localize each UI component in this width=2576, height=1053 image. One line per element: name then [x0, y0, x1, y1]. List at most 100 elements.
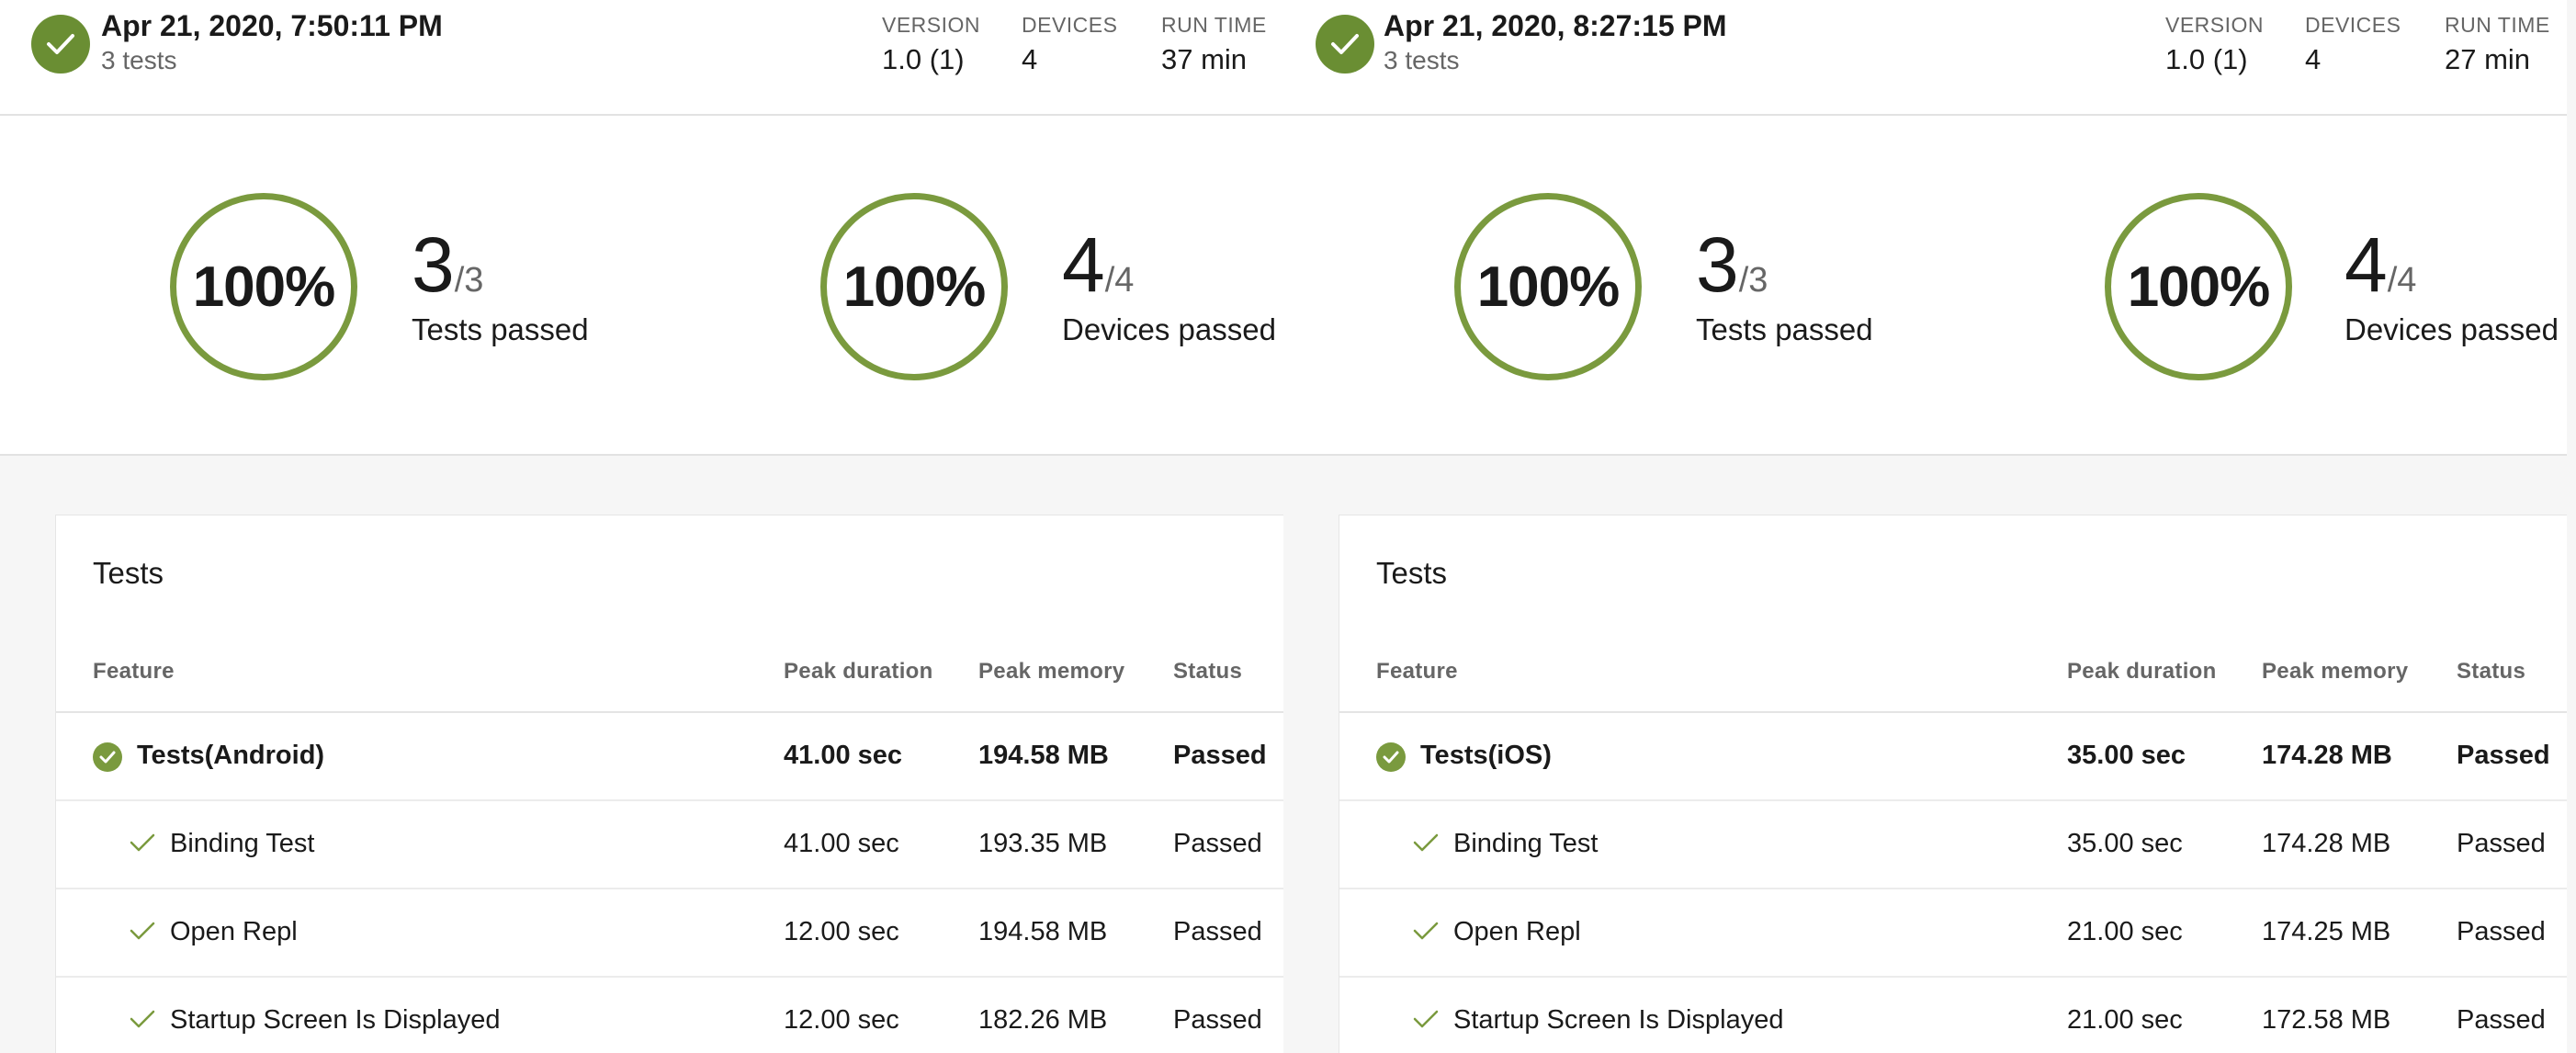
feature-name: Open Repl [170, 917, 298, 946]
column-header-status[interactable]: Status [1173, 659, 1242, 685]
card-title: Tests [93, 556, 164, 590]
feature-name: Binding Test [1453, 829, 1599, 858]
devices-passed-count: 4/4 Devices passed [1062, 226, 1276, 347]
count-label: Tests passed [1696, 312, 1873, 346]
peak-memory: 174.28 MB [2262, 741, 2392, 770]
status: Passed [2457, 829, 2546, 858]
table-row[interactable]: Binding Test 35.00 sec 174.28 MB Passed [1339, 801, 2567, 889]
table-row[interactable]: Startup Screen Is Displayed 12.00 sec 18… [56, 978, 1283, 1053]
peak-memory: 174.25 MB [2262, 917, 2391, 946]
tests-pass-ring: 100% [1454, 193, 1642, 380]
check-circle-icon [93, 742, 122, 772]
meta-version: VERSION 1.0 (1) [882, 13, 980, 76]
meta-version: VERSION 1.0 (1) [2165, 13, 2264, 76]
check-icon [130, 922, 155, 940]
feature-name: Startup Screen Is Displayed [170, 1005, 501, 1035]
table-row-group[interactable]: Tests(Android) 41.00 sec 194.58 MB Passe… [56, 713, 1283, 801]
meta-run-time: RUN TIME 37 min [1161, 13, 1267, 76]
meta-label: VERSION [2165, 13, 2265, 37]
run-header: Apr 21, 2020, 8:27:15 PM 3 tests VERSION… [1283, 0, 2567, 116]
peak-duration: 41.00 sec [784, 741, 903, 770]
tests-passed-count: 3/3 Tests passed [1696, 226, 1873, 347]
devices-pass-ring: 100% [2105, 193, 2292, 380]
meta-value: 1.0 (1) [882, 43, 965, 75]
run-summary: 100% 3/3 Tests passed 100% 4/4 Devices p… [1283, 116, 2567, 456]
peak-duration: 21.00 sec [2067, 1005, 2183, 1035]
column-header-memory[interactable]: Peak memory [978, 659, 1124, 685]
table-row[interactable]: Open Repl 21.00 sec 174.25 MB Passed [1339, 889, 2567, 978]
status: Passed [2457, 1005, 2546, 1035]
devices-pass-percent: 100% [2127, 255, 2271, 319]
count-label: Tests passed [412, 312, 589, 346]
feature-name: Binding Test [170, 829, 315, 858]
check-circle-icon [31, 15, 90, 74]
count-label: Devices passed [2344, 312, 2559, 346]
column-header-duration[interactable]: Peak duration [2067, 659, 2217, 685]
column-header-status[interactable]: Status [2457, 659, 2525, 685]
total-number: /4 [1104, 261, 1135, 300]
run-test-count: 3 tests [1384, 46, 1460, 74]
check-icon [1413, 1010, 1439, 1028]
column-header-feature[interactable]: Feature [1376, 659, 1458, 685]
passed-number: 3 [1696, 221, 1739, 308]
tests-card: Tests Feature Peak duration Peak memory … [55, 515, 1283, 1053]
status: Passed [2457, 741, 2550, 770]
meta-run-time: RUN TIME 27 min [2445, 13, 2550, 76]
table-row[interactable]: Startup Screen Is Displayed 21.00 sec 17… [1339, 978, 2567, 1053]
status: Passed [1173, 829, 1262, 858]
total-number: /3 [1738, 261, 1768, 300]
meta-value: 4 [1022, 43, 1038, 75]
meta-label: DEVICES [1022, 13, 1118, 37]
column-header-feature[interactable]: Feature [93, 659, 175, 685]
peak-duration: 12.00 sec [784, 1005, 899, 1035]
meta-value: 4 [2305, 43, 2322, 75]
meta-label: DEVICES [2305, 13, 2401, 37]
table-row-group[interactable]: Tests(iOS) 35.00 sec 174.28 MB Passed [1339, 713, 2567, 801]
status: Passed [1173, 1005, 1262, 1035]
status: Passed [2457, 917, 2546, 946]
feature-name: Open Repl [1453, 917, 1581, 946]
run-summary: 100% 3/3 Tests passed 100% 4/4 Devices p… [0, 116, 1283, 456]
peak-duration: 12.00 sec [784, 917, 899, 946]
passed-number: 3 [412, 221, 455, 308]
meta-devices: DEVICES 4 [2305, 13, 2401, 76]
tests-card: Tests Feature Peak duration Peak memory … [1339, 515, 2567, 1053]
meta-devices: DEVICES 4 [1022, 13, 1117, 76]
status: Passed [1173, 741, 1267, 770]
check-icon [130, 833, 155, 852]
devices-pass-percent: 100% [842, 255, 987, 319]
column-header-duration[interactable]: Peak duration [784, 659, 933, 685]
feature-name: Tests(iOS) [1420, 741, 1552, 770]
count-label: Devices passed [1062, 312, 1276, 346]
tests-passed-count: 3/3 Tests passed [412, 226, 589, 347]
test-run-panel-1: Apr 21, 2020, 7:50:11 PM 3 tests VERSION… [0, 0, 1283, 1053]
peak-duration: 41.00 sec [784, 829, 899, 858]
check-circle-icon [1376, 742, 1406, 772]
test-run-panel-2: Apr 21, 2020, 8:27:15 PM 3 tests VERSION… [1283, 0, 2567, 1053]
peak-memory: 194.58 MB [978, 917, 1108, 946]
feature-name: Startup Screen Is Displayed [1453, 1005, 1784, 1035]
run-header: Apr 21, 2020, 7:50:11 PM 3 tests VERSION… [0, 0, 1283, 116]
run-test-count: 3 tests [101, 46, 177, 74]
tests-pass-percent: 100% [1476, 255, 1621, 319]
tests-pass-percent: 100% [192, 255, 336, 319]
peak-memory: 174.28 MB [2262, 829, 2391, 858]
peak-duration: 35.00 sec [2067, 741, 2186, 770]
table-row[interactable]: Open Repl 12.00 sec 194.58 MB Passed [56, 889, 1283, 978]
card-title: Tests [1376, 556, 1448, 590]
passed-number: 4 [2344, 221, 2388, 308]
total-number: /4 [2387, 261, 2417, 300]
check-icon [1413, 922, 1439, 940]
total-number: /3 [454, 261, 484, 300]
passed-number: 4 [1062, 221, 1105, 308]
check-icon [1413, 833, 1439, 852]
status: Passed [1173, 917, 1262, 946]
feature-name: Tests(Android) [137, 741, 325, 770]
column-header-memory[interactable]: Peak memory [2262, 659, 2408, 685]
meta-label: VERSION [882, 13, 981, 37]
meta-value: 27 min [2445, 43, 2531, 75]
peak-memory: 182.26 MB [978, 1005, 1108, 1035]
devices-pass-ring: 100% [820, 193, 1008, 380]
table-row[interactable]: Binding Test 41.00 sec 193.35 MB Passed [56, 801, 1283, 889]
meta-label: RUN TIME [2445, 13, 2550, 37]
